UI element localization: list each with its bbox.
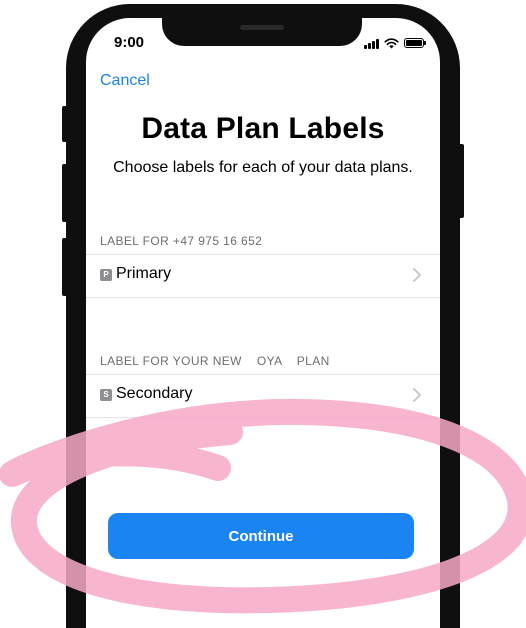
stage: 9:00 Cancel Data Plan Labels Choose labe… bbox=[0, 0, 526, 628]
secondary-badge-icon: S bbox=[100, 389, 112, 401]
page-title: Data Plan Labels bbox=[141, 112, 385, 145]
chevron-right-icon bbox=[413, 388, 421, 402]
battery-icon bbox=[404, 38, 426, 48]
label-row-secondary[interactable]: S Secondary bbox=[86, 374, 440, 418]
status-icons bbox=[364, 36, 426, 50]
status-time: 9:00 bbox=[114, 34, 145, 51]
row-label-secondary: Secondary bbox=[116, 385, 193, 402]
row-label-primary: Primary bbox=[116, 265, 172, 282]
wifi-icon bbox=[384, 37, 399, 48]
continue-button[interactable]: Continue bbox=[108, 513, 414, 559]
notch bbox=[162, 18, 362, 46]
speaker-grille bbox=[240, 25, 284, 30]
section-header-primary: LABEL FOR +47 975 16 652 bbox=[100, 234, 263, 248]
page-subtitle: Choose labels for each of your data plan… bbox=[113, 159, 413, 176]
phone-screen: 9:00 Cancel Data Plan Labels Choose labe… bbox=[86, 18, 440, 628]
label-row-primary[interactable]: P Primary bbox=[86, 254, 440, 298]
section-header-secondary: LABEL FOR YOUR NEW OYA PLAN bbox=[100, 354, 330, 368]
signal-icon bbox=[364, 38, 379, 49]
chevron-right-icon bbox=[413, 268, 421, 282]
primary-badge-icon: P bbox=[100, 269, 112, 281]
cancel-button[interactable]: Cancel bbox=[100, 72, 150, 90]
